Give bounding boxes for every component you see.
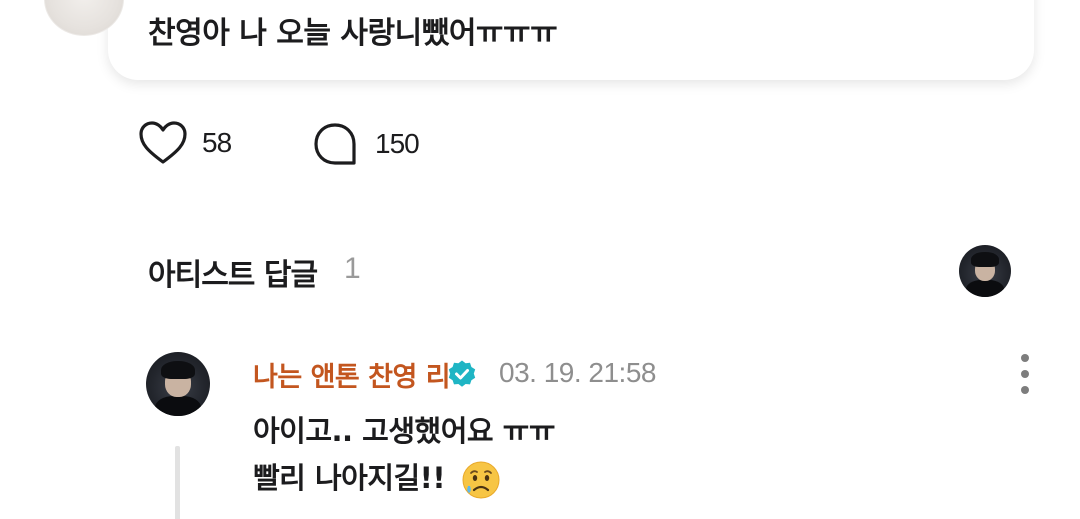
artist-replies-count: 1: [344, 252, 361, 285]
reply-thread-line: [175, 446, 180, 519]
artist-avatar[interactable]: [959, 245, 1011, 297]
post-text: 찬영아 나 오늘 사랑니뺐어ㅠㅠㅠ: [148, 16, 558, 51]
reply-timestamp: 03. 19. 21:58: [499, 357, 656, 388]
more-vertical-icon: [1021, 354, 1029, 362]
reply-text-line1: 아이고.. 고생했어요 ㅠㅠ: [253, 414, 556, 448]
reply-author-name[interactable]: 나는 앤톤 찬영 리: [253, 355, 451, 394]
reply-author-avatar[interactable]: [146, 352, 210, 416]
like-count: 58: [202, 127, 232, 158]
reply-text-line2: 빨리 나아지길!!: [253, 455, 501, 500]
worried-face-emoji: [462, 461, 500, 499]
artist-replies-title: 아티스트 답글: [148, 258, 318, 293]
like-button[interactable]: 58: [138, 120, 232, 166]
fan-post-page: 찬영아 나 오늘 사랑니뺐어ㅠㅠㅠ 58 150 아티스트 답글 1 나는 앤톤…: [0, 0, 1080, 519]
comment-button[interactable]: 150: [313, 122, 420, 166]
reply-text-line2-text: 빨리 나아지길!!: [253, 461, 446, 495]
comment-bubble-icon: [314, 123, 356, 165]
more-options-button[interactable]: [1010, 352, 1040, 396]
heart-icon: [139, 121, 187, 164]
comment-count: 150: [375, 128, 420, 159]
verified-badge-icon: [448, 360, 476, 387]
